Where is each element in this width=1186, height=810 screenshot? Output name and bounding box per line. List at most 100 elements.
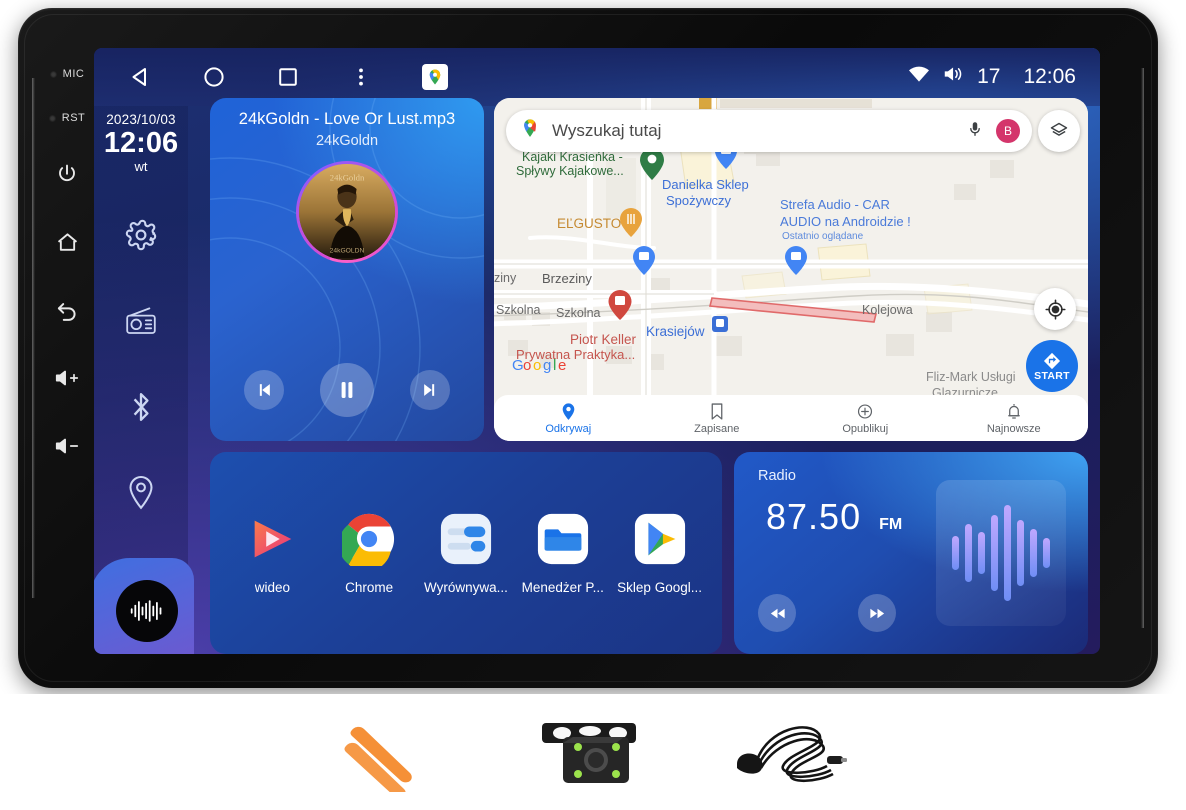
svg-text:G: G bbox=[512, 357, 524, 374]
gear-icon bbox=[125, 220, 157, 251]
app-chrome[interactable]: Chrome bbox=[322, 511, 416, 595]
volume-down-button[interactable] bbox=[40, 412, 94, 480]
accessories-row bbox=[0, 694, 1186, 810]
map-nav-contribute-label: Opublikuj bbox=[842, 422, 889, 435]
radio-seek-down-button[interactable] bbox=[758, 594, 796, 632]
android-overflow[interactable] bbox=[350, 65, 372, 89]
app-equalizer-label: Wyrównywa... bbox=[424, 580, 508, 595]
player-controls bbox=[210, 363, 484, 417]
svg-text:24kGOLDN: 24kGOLDN bbox=[330, 247, 365, 254]
album-cover-art: 24kGoldn 24kGOLDN bbox=[299, 164, 395, 260]
mic-glyph bbox=[970, 121, 980, 136]
dock-item-settings[interactable] bbox=[94, 192, 188, 278]
dock-item-bluetooth[interactable] bbox=[94, 364, 188, 450]
map-icon-train-station bbox=[712, 316, 728, 332]
bezel-highlight-right bbox=[1141, 68, 1144, 628]
map-nav-saved[interactable]: Zapisane bbox=[643, 402, 792, 435]
app-file-manager[interactable]: Menedżer P... bbox=[516, 511, 610, 595]
volume-up-button[interactable] bbox=[40, 344, 94, 412]
map-nav-contribute[interactable]: Opublikuj bbox=[791, 402, 940, 435]
radio-card[interactable]: Radio 87.50 FM bbox=[734, 452, 1088, 654]
mic-label: MIC bbox=[62, 68, 85, 80]
visualizer-bar bbox=[965, 524, 972, 582]
gps-antenna-icon bbox=[737, 726, 847, 783]
power-button[interactable] bbox=[40, 140, 94, 208]
google-attribution: Go og le bbox=[512, 357, 566, 374]
back-button[interactable] bbox=[40, 276, 94, 344]
previous-track-button[interactable] bbox=[244, 370, 284, 410]
volume-up-icon bbox=[55, 370, 79, 386]
accessory-pry-tools bbox=[338, 712, 458, 792]
radio-band: FM bbox=[879, 516, 903, 533]
map-nav-explore-label: Odkrywaj bbox=[545, 422, 592, 435]
bezel-highlight-left bbox=[32, 78, 35, 598]
accessory-rear-camera bbox=[528, 707, 653, 797]
dock-time: 12:06 bbox=[103, 127, 179, 159]
rewind-icon bbox=[770, 608, 785, 618]
google-maps-pin-icon bbox=[429, 69, 441, 85]
plus-circle-icon bbox=[858, 403, 873, 419]
hardware-key-column: MIC RST bbox=[40, 52, 94, 632]
rst-led-icon bbox=[48, 114, 56, 122]
android-navigation-keys bbox=[128, 64, 448, 90]
navigation-arrow-icon bbox=[1043, 352, 1061, 370]
location-pin-icon bbox=[562, 402, 575, 420]
folder-icon bbox=[535, 511, 591, 567]
video-player-icon bbox=[244, 511, 300, 567]
album-art-ring: 24kGoldn 24kGOLDN bbox=[296, 161, 398, 263]
android-back[interactable] bbox=[128, 65, 152, 89]
power-icon bbox=[59, 164, 75, 182]
radio-seek-up-button[interactable] bbox=[858, 594, 896, 632]
voice-waveform-icon bbox=[130, 600, 162, 622]
play-pause-button[interactable] bbox=[320, 363, 374, 417]
start-label: START bbox=[1034, 370, 1070, 382]
radio-frequency: 87.50 bbox=[766, 496, 862, 537]
bluetooth-icon bbox=[133, 393, 149, 422]
map-nav-updates[interactable]: Najnowsze bbox=[940, 402, 1089, 435]
head-unit-device: MIC RST 17 12:06 2023/10/03 12:06 wt 24k… bbox=[18, 8, 1158, 688]
visualizer-bar bbox=[1004, 505, 1011, 601]
map-search-bar[interactable]: Wyszukaj tutaj B bbox=[506, 110, 1032, 152]
location-pin-icon bbox=[129, 476, 153, 510]
accessory-gps-antenna bbox=[723, 712, 848, 792]
map-bottom-nav: Odkrywaj Zapisane Opublikuj Najnowsze bbox=[494, 395, 1088, 441]
media-player-card[interactable]: 24kGoldn - Love Or Lust.mp3 24kGoldn 24k… bbox=[210, 98, 484, 441]
skip-back-icon bbox=[259, 384, 270, 396]
microphone-icon[interactable] bbox=[966, 119, 984, 144]
google-maps-card[interactable]: Go og le Kajaki Krasieńka - Spływy Kajako… bbox=[494, 98, 1088, 441]
home-button[interactable] bbox=[40, 208, 94, 276]
map-nav-updates-label: Najnowsze bbox=[986, 422, 1041, 435]
fast-forward-icon bbox=[869, 608, 884, 618]
avatar[interactable]: B bbox=[996, 119, 1020, 143]
svg-text:g: g bbox=[543, 357, 551, 374]
app-wideo[interactable]: wideo bbox=[225, 511, 319, 595]
speaker-icon bbox=[942, 64, 966, 90]
my-location-button[interactable] bbox=[1034, 288, 1076, 330]
app-play-store[interactable]: Sklep Googl... bbox=[613, 511, 707, 595]
android-recents[interactable] bbox=[276, 65, 300, 89]
app-play-store-label: Sklep Googl... bbox=[617, 580, 702, 595]
rst-indicator[interactable]: RST bbox=[48, 96, 86, 140]
album-art: 24kGoldn 24kGOLDN bbox=[299, 164, 395, 260]
map-nav-explore[interactable]: Odkrywaj bbox=[494, 402, 643, 435]
start-navigation-button[interactable]: START bbox=[1026, 340, 1078, 392]
speaker-glyph bbox=[944, 67, 962, 81]
my-location-icon bbox=[1044, 298, 1066, 320]
visualizer-bar bbox=[1030, 529, 1037, 577]
pause-icon bbox=[341, 382, 353, 398]
chrome-icon bbox=[341, 511, 397, 567]
dock-item-radio[interactable] bbox=[94, 278, 188, 364]
android-home[interactable] bbox=[202, 65, 226, 89]
next-track-button[interactable] bbox=[410, 370, 450, 410]
svg-text:24kGoldn: 24kGoldn bbox=[330, 172, 365, 182]
dock-item-navigation[interactable] bbox=[94, 450, 188, 536]
left-dock: 2023/10/03 12:06 wt bbox=[94, 106, 194, 654]
map-search-input[interactable]: Wyszukaj tutaj bbox=[552, 121, 966, 141]
app-equalizer[interactable]: Wyrównywa... bbox=[419, 511, 513, 595]
dock-item-assistant[interactable] bbox=[116, 580, 178, 642]
app-chrome-label: Chrome bbox=[345, 580, 394, 595]
wifi-icon bbox=[907, 64, 931, 90]
gmaps-notification[interactable] bbox=[422, 64, 448, 90]
google-maps-pin-icon bbox=[520, 117, 540, 146]
map-layers-button[interactable] bbox=[1038, 110, 1080, 152]
